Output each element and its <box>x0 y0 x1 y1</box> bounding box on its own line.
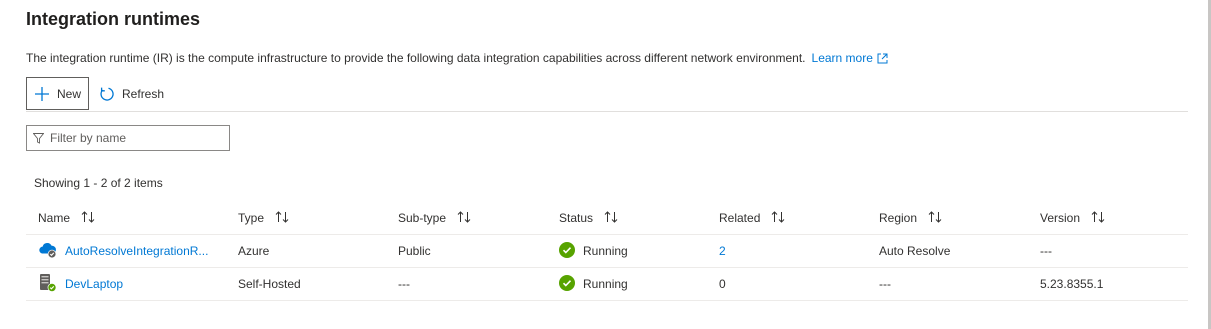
status-label: Running <box>583 277 628 291</box>
page-title: Integration runtimes <box>26 9 201 29</box>
subtype-cell: Public <box>398 244 431 258</box>
column-header-type[interactable]: Type <box>238 202 289 234</box>
learn-more-link[interactable]: Learn more <box>812 51 888 65</box>
table-row[interactable]: DevLaptop Self-Hosted --- Running 0 --- … <box>26 268 1188 301</box>
column-header-label: Type <box>238 211 265 225</box>
subtype-cell: --- <box>398 277 410 291</box>
running-check-icon <box>559 274 575 294</box>
region-cell: Auto Resolve <box>879 244 951 258</box>
sort-icon <box>604 210 618 226</box>
filter-icon <box>33 132 44 144</box>
refresh-button[interactable]: Refresh <box>99 86 164 102</box>
description-text: The integration runtime (IR) is the comp… <box>26 51 806 65</box>
runtime-name-link[interactable]: DevLaptop <box>65 277 123 291</box>
column-header-label: Status <box>559 211 594 225</box>
status-cell: Running <box>559 235 628 267</box>
version-cell: 5.23.8355.1 <box>1040 277 1104 291</box>
integration-runtimes-table: Name Type Sub-type Status Related Region… <box>26 202 1188 301</box>
external-link-icon <box>877 53 888 64</box>
version-cell: --- <box>1040 244 1052 258</box>
refresh-button-label: Refresh <box>122 86 165 101</box>
related-count: 0 <box>719 277 726 291</box>
column-header-subtype[interactable]: Sub-type <box>398 202 471 234</box>
new-button-label: New <box>57 86 82 101</box>
column-header-status[interactable]: Status <box>559 202 618 234</box>
column-header-label: Version <box>1040 211 1081 225</box>
self-hosted-ir-icon <box>38 273 58 296</box>
sort-icon <box>457 210 471 226</box>
new-button[interactable]: New <box>26 77 90 110</box>
item-count-text: Showing 1 - 2 of 2 items <box>34 176 163 190</box>
column-header-label: Region <box>879 211 918 225</box>
name-cell: AutoResolveIntegrationR... <box>38 235 208 267</box>
column-header-related[interactable]: Related <box>719 202 785 234</box>
table-row[interactable]: AutoResolveIntegrationR... Azure Public … <box>26 235 1188 268</box>
sort-icon <box>928 210 942 226</box>
type-cell: Self-Hosted <box>238 277 301 291</box>
runtime-name-link[interactable]: AutoResolveIntegrationR... <box>65 244 208 258</box>
running-check-icon <box>559 241 575 261</box>
sort-icon <box>275 210 289 226</box>
name-cell: DevLaptop <box>38 268 123 300</box>
filter-input[interactable] <box>50 131 220 145</box>
column-header-version[interactable]: Version <box>1040 202 1105 234</box>
status-cell: Running <box>559 268 628 300</box>
toolbar: New Refresh <box>26 76 164 111</box>
column-header-label: Name <box>38 211 71 225</box>
column-header-label: Sub-type <box>398 211 447 225</box>
toolbar-divider <box>26 111 1188 112</box>
page-description: The integration runtime (IR) is the comp… <box>26 51 888 65</box>
column-header-name[interactable]: Name <box>38 202 95 234</box>
column-header-region[interactable]: Region <box>879 202 942 234</box>
related-count-link[interactable]: 2 <box>719 235 726 267</box>
cloud-ir-icon <box>38 241 58 262</box>
filter-box <box>26 125 230 151</box>
plus-icon <box>35 86 49 101</box>
sort-icon <box>771 210 785 226</box>
learn-more-label: Learn more <box>811 51 873 65</box>
table-header-row: Name Type Sub-type Status Related Region… <box>26 202 1188 235</box>
refresh-icon <box>100 87 114 101</box>
sort-icon <box>1091 210 1105 226</box>
sort-icon <box>81 210 95 226</box>
type-cell: Azure <box>238 244 270 258</box>
column-header-label: Related <box>719 211 761 225</box>
region-cell: --- <box>879 277 891 291</box>
status-label: Running <box>583 244 628 258</box>
